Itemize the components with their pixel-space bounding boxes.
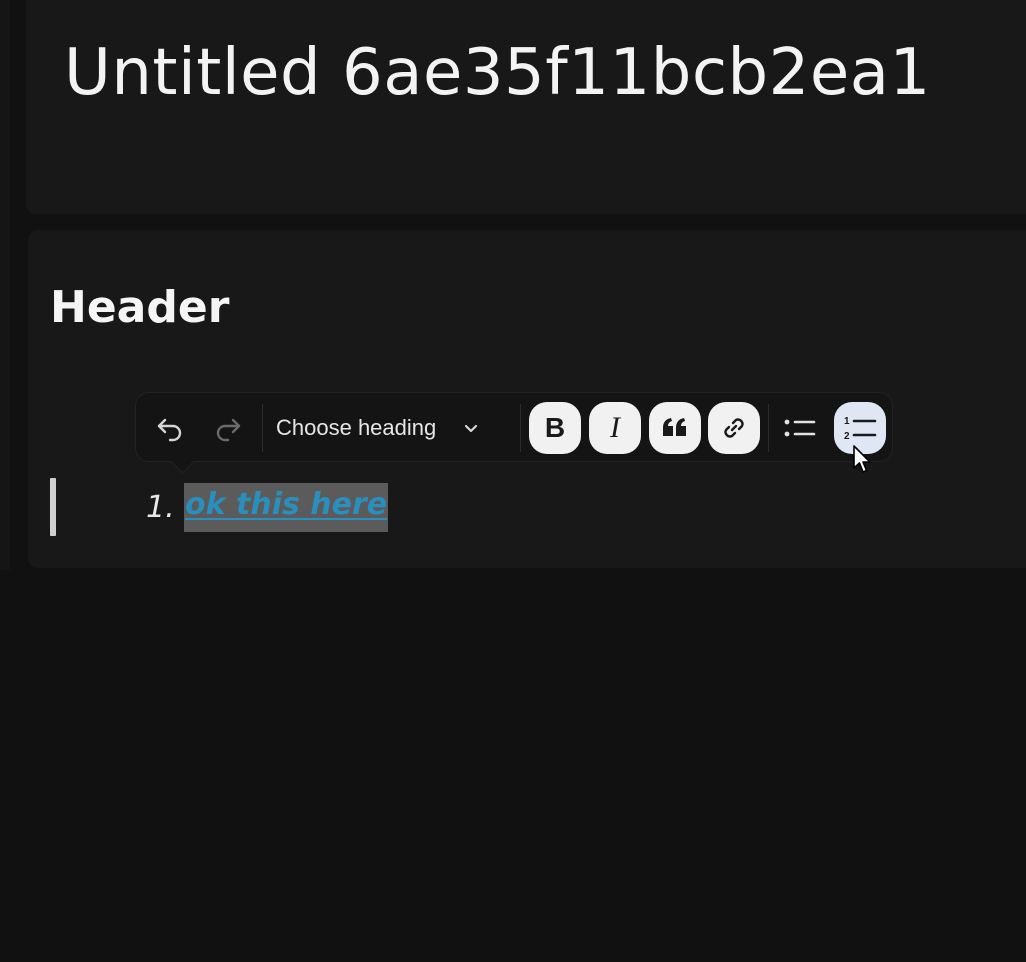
list-item: 1. ok this here <box>146 478 389 536</box>
bullet-list-icon <box>784 419 816 437</box>
undo-icon <box>157 418 182 442</box>
title-card: Untitled 6ae35f11bcb2ea1 <box>26 0 1026 214</box>
quote-button[interactable] <box>649 402 701 454</box>
list-item-number: 1. <box>146 489 175 525</box>
mouse-cursor-icon <box>853 445 871 473</box>
sidebar-edge <box>0 0 10 570</box>
document-title[interactable]: Untitled 6ae35f11bcb2ea1 <box>64 36 931 110</box>
toolbar-divider <box>768 404 769 452</box>
heading-select[interactable]: Choose heading <box>276 402 480 454</box>
italic-button[interactable]: I <box>589 402 641 454</box>
section-heading[interactable]: Header <box>50 282 229 333</box>
editor-card: Header Choose heading B I 1 2 1. ok this… <box>28 230 1026 568</box>
undo-button[interactable] <box>148 402 192 454</box>
redo-icon <box>216 418 241 442</box>
quote-icon <box>663 418 686 436</box>
chevron-down-icon <box>465 424 478 433</box>
redo-button[interactable] <box>206 402 250 454</box>
svg-text:2: 2 <box>844 431 850 442</box>
bold-icon: B <box>544 412 566 443</box>
italic-icon: I <box>610 411 620 444</box>
list-item-link[interactable]: ok this here <box>184 482 389 532</box>
link-icon <box>724 418 744 438</box>
heading-select-label: Choose heading <box>276 415 437 440</box>
bullet-list-button[interactable] <box>778 402 822 454</box>
link-button[interactable] <box>708 402 760 454</box>
bold-button[interactable]: B <box>529 402 581 454</box>
formatting-toolbar: Choose heading B I 1 2 <box>135 392 893 474</box>
drag-handle[interactable] <box>50 478 56 536</box>
toolbar-divider <box>520 404 521 452</box>
svg-text:1: 1 <box>844 416 850 427</box>
editor-page: Untitled 6ae35f11bcb2ea1 Header Choose h… <box>0 0 1026 962</box>
toolbar-divider <box>262 404 263 452</box>
numbered-list-icon: 1 2 <box>844 416 877 442</box>
